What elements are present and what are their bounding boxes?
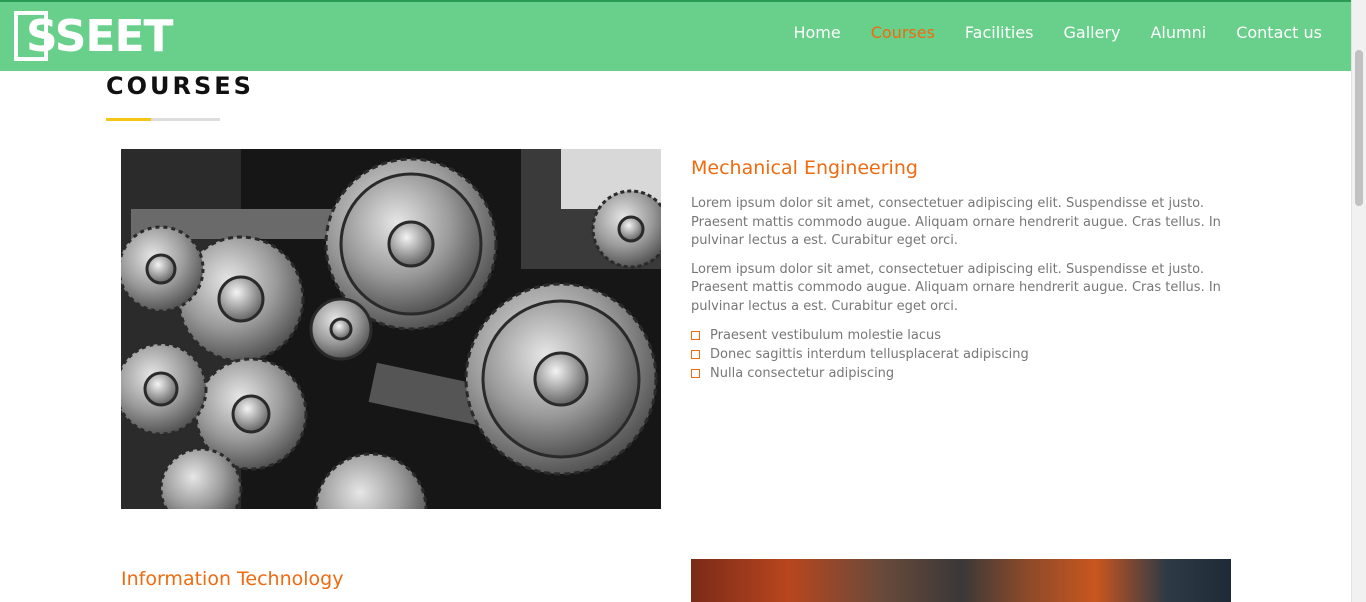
- checkbox-square-icon: [691, 369, 700, 378]
- list-item-label: Nulla consectetur adipiscing: [710, 366, 895, 381]
- nav-link-contact[interactable]: Contact us: [1236, 22, 1322, 44]
- list-item: Donec sagittis interdum tellusplacerat a…: [691, 345, 1231, 364]
- list-item: Nulla consectetur adipiscing: [691, 364, 1231, 383]
- gears-photo: [121, 149, 661, 509]
- list-item-label: Donec sagittis interdum tellusplacerat a…: [710, 347, 1029, 362]
- logo-square-mark: [14, 11, 48, 61]
- course-paragraph: Lorem ipsum dolor sit amet, consectetuer…: [691, 261, 1221, 314]
- course-mechanical: Mechanical Engineering Lorem ipsum dolor…: [691, 155, 1231, 383]
- page-scrollbar[interactable]: [1351, 0, 1366, 602]
- course-title-mechanical: Mechanical Engineering: [691, 157, 918, 179]
- students-photo: [691, 559, 1231, 602]
- title-underline-accent: [106, 118, 151, 121]
- top-navbar: SSEET Home Courses Facilities Gallery Al…: [0, 0, 1351, 71]
- nav-link-home[interactable]: Home: [793, 22, 840, 44]
- list-item-label: Praesent vestibulum molestie lacus: [710, 328, 942, 343]
- nav-menu: Home Courses Facilities Gallery Alumni C…: [763, 22, 1322, 44]
- brand-logo[interactable]: SSEET: [14, 8, 174, 64]
- course-title-information-technology: Information Technology: [121, 568, 344, 590]
- list-item: Praesent vestibulum molestie lacus: [691, 326, 1231, 345]
- course-bullet-list: Praesent vestibulum molestie lacus Donec…: [691, 326, 1231, 383]
- nav-link-gallery[interactable]: Gallery: [1064, 22, 1121, 44]
- title-underline: [106, 118, 220, 121]
- nav-link-alumni[interactable]: Alumni: [1150, 22, 1206, 44]
- gears-photo-icon: [121, 149, 661, 509]
- checkbox-square-icon: [691, 331, 700, 340]
- checkbox-square-icon: [691, 350, 700, 359]
- section-title: COURSES: [106, 72, 254, 100]
- course-paragraph: Lorem ipsum dolor sit amet, consectetuer…: [691, 196, 1221, 248]
- scrollbar-thumb[interactable]: [1355, 50, 1363, 206]
- nav-link-courses[interactable]: Courses: [871, 22, 935, 44]
- nav-link-facilities[interactable]: Facilities: [965, 22, 1034, 44]
